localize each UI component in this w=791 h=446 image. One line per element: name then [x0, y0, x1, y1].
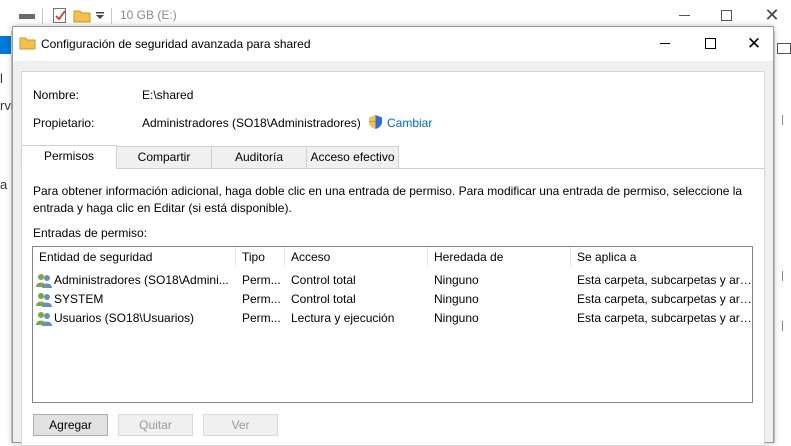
entries-label: Entradas de permiso: — [33, 226, 148, 240]
table-row[interactable]: SYSTEM Perm... Control total Ninguno Est… — [33, 290, 752, 309]
advanced-security-dialog: Configuración de seguridad avanzada para… — [12, 26, 774, 446]
add-button[interactable]: Agregar — [33, 414, 108, 436]
minimize-icon — [679, 15, 690, 16]
uac-shield-icon — [369, 115, 382, 129]
minimize-icon — [660, 43, 670, 44]
maximize-icon — [777, 43, 791, 54]
info-text-line-2: entrada y haga clic en Editar (si está d… — [33, 201, 292, 215]
explorer-left-strip: l rvi a — [0, 31, 14, 443]
entity-cell: SYSTEM — [54, 292, 104, 306]
dialog-maximize-button[interactable] — [696, 32, 726, 56]
quick-access-divider — [42, 8, 43, 24]
info-text-line-1: Para obtener información adicional, haga… — [33, 184, 743, 198]
column-header-entity[interactable]: Entidad de seguridad — [33, 247, 236, 267]
close-icon: ✕ — [746, 34, 762, 53]
inherited-cell: Ninguno — [434, 311, 479, 325]
type-cell: Perm... — [242, 273, 281, 287]
inherited-cell: Ninguno — [434, 273, 479, 287]
applies-cell: Esta carpeta, subcarpetas y arc... — [577, 273, 752, 287]
owner-value: Administradores (SO18\Administradores) — [142, 116, 361, 130]
nav-accent — [0, 36, 11, 54]
access-cell: Control total — [291, 292, 356, 306]
permission-entries-list[interactable]: Entidad de seguridad Tipo Acceso Heredad… — [32, 246, 753, 403]
column-header-access[interactable]: Acceso — [285, 247, 428, 267]
text-fragment: a — [0, 177, 8, 192]
entity-cell: Administradores (SO18\Admini... — [54, 273, 229, 287]
dialog-titlebar: Configuración de seguridad avanzada para… — [13, 27, 773, 61]
tab-auditoria[interactable]: Auditoría — [211, 146, 307, 168]
owner-label: Propietario: — [33, 116, 95, 130]
applies-cell: Esta carpeta, subcarpetas y arc... — [577, 292, 752, 306]
access-cell: Lectura y ejecución — [291, 311, 395, 325]
column-header-type[interactable]: Tipo — [236, 247, 285, 267]
folder-icon — [19, 37, 36, 50]
tab-permisos[interactable]: Permisos — [21, 145, 117, 169]
maximize-icon — [721, 10, 732, 21]
close-icon: ✕ — [764, 5, 780, 25]
dialog-minimize-button[interactable] — [651, 32, 681, 56]
view-button[interactable]: Ver — [203, 414, 278, 436]
maximize-icon — [705, 38, 716, 49]
change-owner-link[interactable]: Cambiar — [387, 116, 432, 130]
drive-icon — [19, 14, 35, 19]
column-header-applies[interactable]: Se aplica a — [571, 247, 752, 267]
properties-icon[interactable] — [52, 7, 68, 24]
name-label: Nombre: — [33, 88, 80, 102]
dialog-close-button[interactable]: ✕ — [739, 32, 769, 56]
user-group-icon — [36, 312, 52, 326]
text-fragment — [782, 321, 783, 331]
tab-acceso-efectivo[interactable]: Acceso efectivo — [306, 146, 399, 168]
access-cell: Control total — [291, 273, 356, 287]
remove-button[interactable]: Quitar — [118, 414, 193, 436]
text-fragment — [782, 115, 783, 125]
text-fragment: l — [0, 71, 3, 86]
customize-toolbar-icon[interactable] — [95, 11, 105, 21]
table-row[interactable]: Usuarios (SO18\Usuarios) Perm... Lectura… — [33, 309, 752, 328]
new-folder-icon[interactable] — [73, 8, 91, 23]
tab-strip-border — [21, 168, 765, 169]
explorer-title: 10 GB (E:) — [120, 8, 177, 22]
user-group-icon — [36, 293, 52, 307]
explorer-minimize-button[interactable] — [670, 3, 700, 27]
table-row[interactable]: Administradores (SO18\Admini... Perm... … — [33, 271, 752, 290]
user-group-icon — [36, 274, 52, 288]
text-fragment — [782, 271, 783, 281]
type-cell: Perm... — [242, 311, 281, 325]
tab-compartir[interactable]: Compartir — [116, 146, 212, 168]
entity-cell: Usuarios (SO18\Usuarios) — [54, 311, 195, 325]
explorer-close-button[interactable]: ✕ — [757, 3, 787, 27]
explorer-maximize-button[interactable] — [712, 3, 742, 27]
column-header-inherited[interactable]: Heredada de — [428, 247, 571, 267]
dialog-title: Configuración de seguridad avanzada para… — [41, 37, 311, 51]
applies-cell: Esta carpeta, subcarpetas y arc... — [577, 311, 752, 325]
name-value: E:\shared — [142, 88, 194, 102]
inherited-cell: Ninguno — [434, 292, 479, 306]
title-divider — [111, 8, 112, 24]
type-cell: Perm... — [242, 292, 281, 306]
explorer-right-strip — [774, 31, 791, 443]
